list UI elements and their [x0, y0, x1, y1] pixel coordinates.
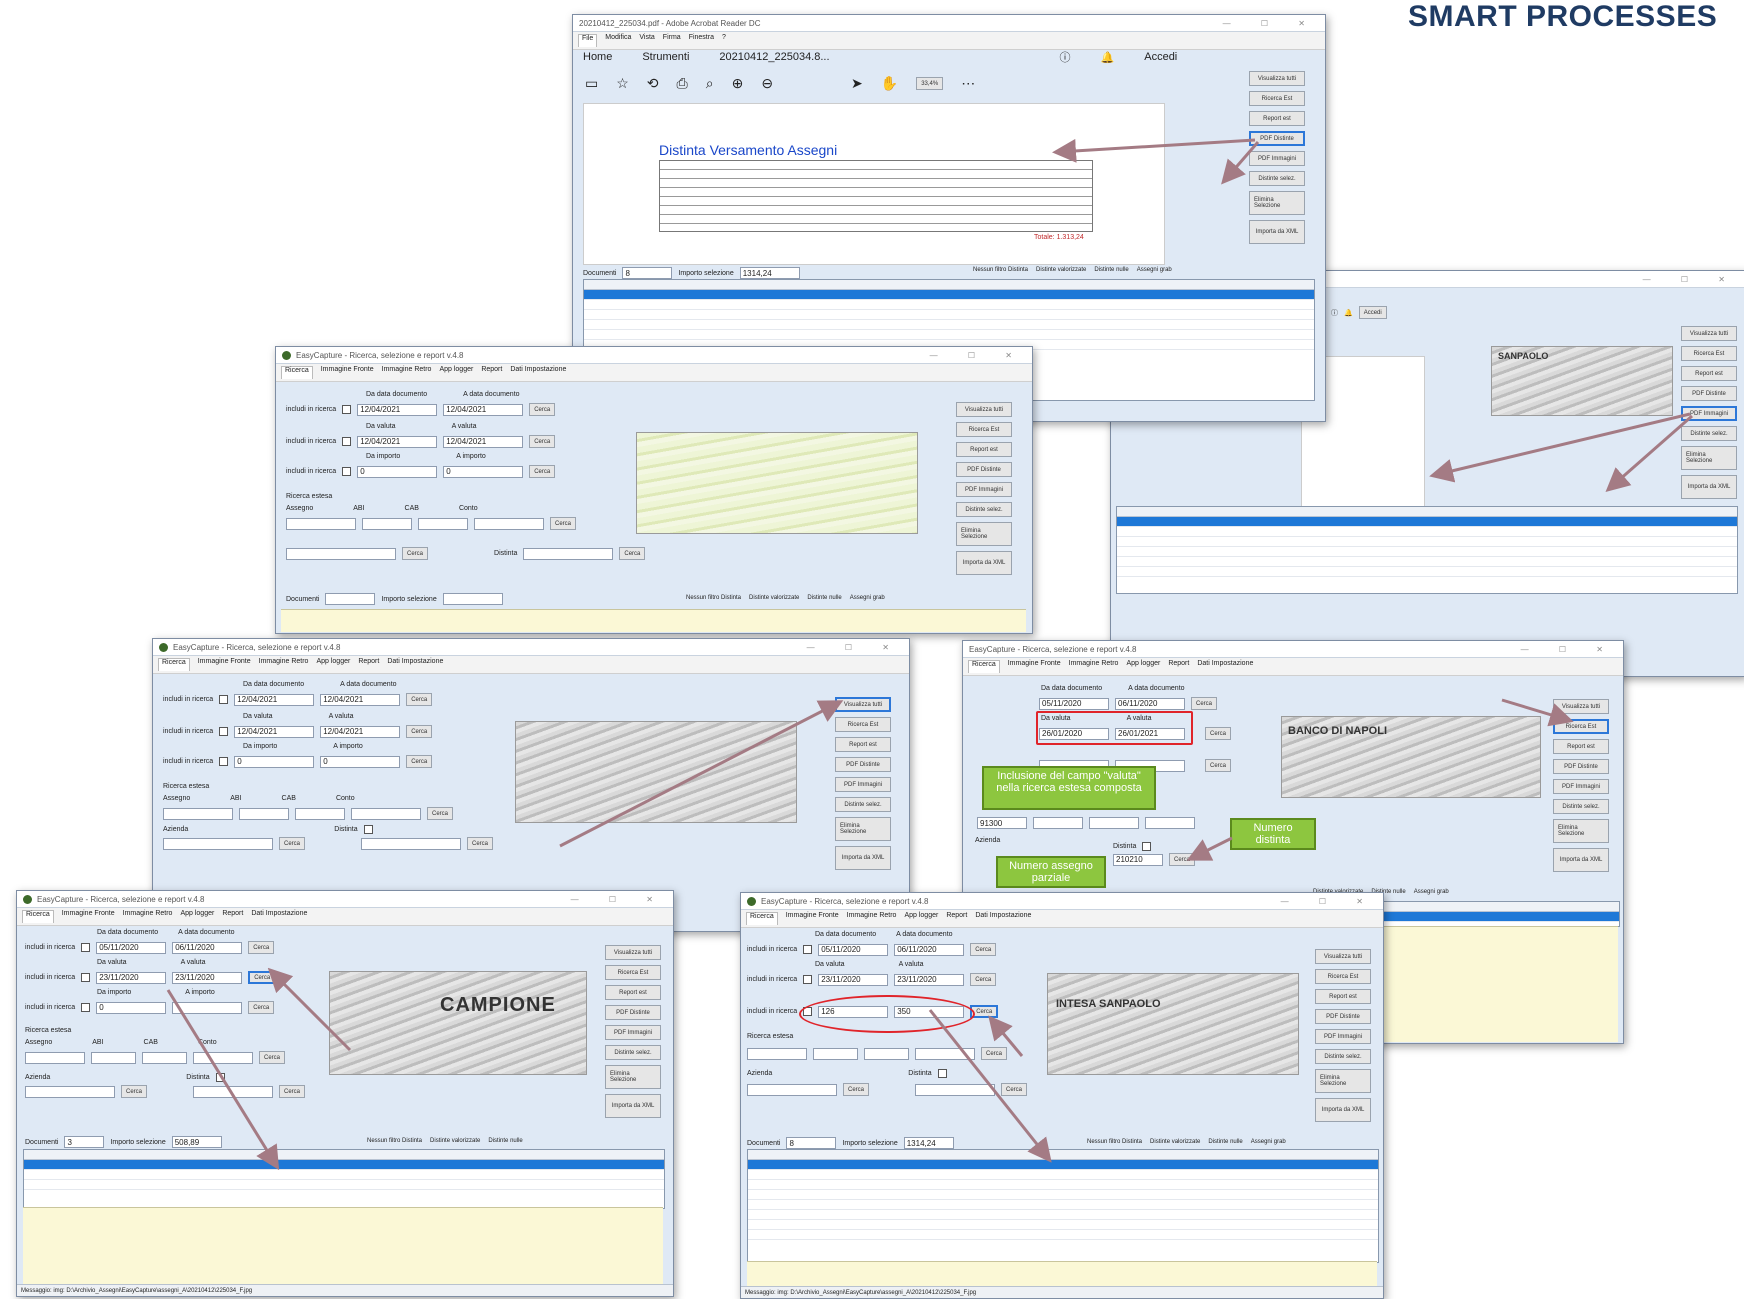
annotation-arrows [166, 138, 1693, 1171]
arrow-cerca-e [988, 1015, 1024, 1057]
arrow-cerca-d [267, 967, 352, 1052]
arrow-results-d [166, 989, 280, 1171]
arrow-results-e [928, 1009, 1052, 1163]
arrow-pdf-distinte [1052, 138, 1256, 163]
arrow-pdf-distinte-b [1221, 141, 1260, 185]
arrow-distinta [1186, 836, 1233, 861]
arrow-pdf-immagini [1429, 412, 1691, 483]
arrow-ricerca-est [1501, 698, 1574, 727]
arrow-pdf-immagini-b [1605, 414, 1693, 492]
arrow-visualizza [559, 700, 844, 848]
